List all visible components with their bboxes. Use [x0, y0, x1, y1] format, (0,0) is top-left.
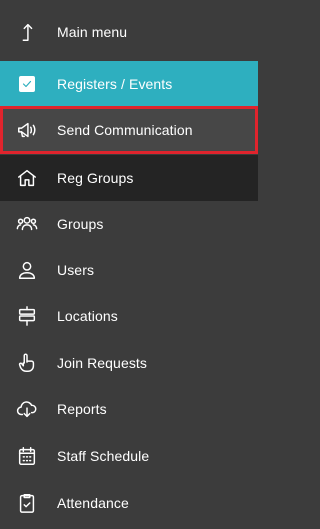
- menu-item-groups[interactable]: Groups: [0, 201, 258, 247]
- menu-item-label: Users: [57, 262, 95, 278]
- menu-item-reports[interactable]: Reports: [0, 386, 258, 432]
- clipboard-check-icon: [14, 490, 40, 516]
- menu-item-label: Main menu: [57, 24, 128, 40]
- menu-item-attendance[interactable]: Attendance: [0, 480, 258, 526]
- people-icon: [14, 211, 40, 237]
- menu-item-staff-schedule[interactable]: Staff Schedule: [0, 433, 258, 479]
- menu-item-users[interactable]: Users: [0, 247, 258, 293]
- menu-item-label: Reports: [57, 401, 107, 417]
- menu-item-label: Staff Schedule: [57, 448, 150, 464]
- menu-item-label: Groups: [57, 216, 104, 232]
- home-icon: [14, 165, 40, 191]
- menu-item-locations[interactable]: Locations: [0, 293, 258, 339]
- signpost-icon: [14, 303, 40, 329]
- menu-item-label: Registers / Events: [57, 76, 173, 92]
- menu-item-reg-groups[interactable]: Reg Groups: [0, 155, 258, 201]
- arrow-up-icon: [14, 19, 40, 45]
- calendar-icon: [14, 443, 40, 469]
- hand-pointer-icon: [14, 350, 40, 376]
- menu-item-label: Locations: [57, 308, 118, 324]
- menu-item-label: Send Communication: [57, 122, 193, 138]
- cloud-download-icon: [14, 396, 40, 422]
- menu-item-label: Reg Groups: [57, 170, 134, 186]
- menu-item-main-menu[interactable]: Main menu: [0, 9, 258, 55]
- menu-item-label: Join Requests: [57, 355, 148, 371]
- user-icon: [14, 257, 40, 283]
- megaphone-icon: [14, 117, 40, 143]
- menu-item-send-communication[interactable]: Send Communication: [0, 106, 258, 154]
- menu-item-label: Attendance: [57, 495, 129, 511]
- menu-item-join-requests[interactable]: Join Requests: [0, 340, 258, 386]
- menu-item-registers-events[interactable]: Registers / Events: [0, 61, 258, 107]
- checkbox-icon: [14, 71, 40, 97]
- sidebar-menu: Main menu Registers / Events Send Commun…: [0, 0, 258, 529]
